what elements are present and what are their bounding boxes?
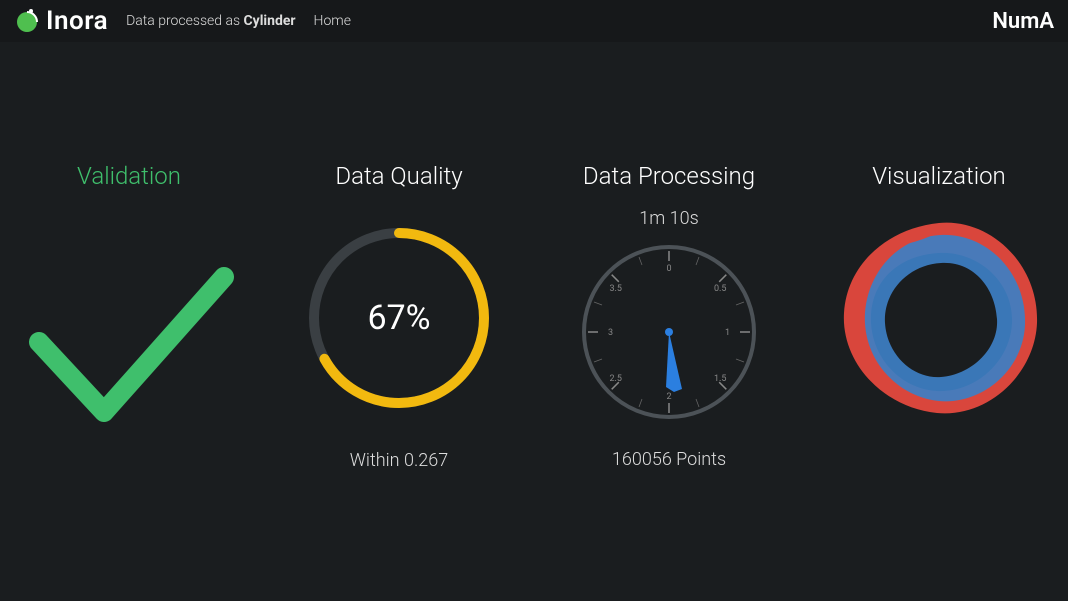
svg-text:0: 0	[666, 264, 671, 274]
panel-visualization: Visualization	[814, 162, 1064, 428]
visualization-preview[interactable]	[829, 208, 1049, 428]
processing-footer: 160056 Points	[612, 449, 726, 470]
quality-gauge: 67%	[289, 208, 509, 428]
svg-text:3.5: 3.5	[610, 284, 623, 294]
svg-text:0.5: 0.5	[714, 284, 727, 294]
panel-validation-title: Validation	[77, 162, 181, 190]
app-title: NumA	[992, 9, 1054, 34]
panel-processing-title: Data Processing	[583, 162, 755, 190]
panel-visualization-title: Visualization	[872, 162, 1006, 190]
validation-status	[19, 232, 239, 452]
home-link[interactable]: Home	[314, 13, 351, 29]
svg-text:2: 2	[666, 392, 671, 402]
panel-quality-title: Data Quality	[335, 162, 462, 190]
panel-validation: Validation	[4, 162, 254, 452]
panel-quality: Data Quality 67% Within 0.267	[274, 162, 524, 471]
quality-percent: 67%	[367, 298, 430, 338]
panel-processing: Data Processing 1m 10s	[544, 162, 794, 470]
svg-text:3: 3	[608, 328, 613, 338]
brand-logo-icon	[14, 8, 40, 34]
app-header: Inora Data processed as Cylinder Home Nu…	[0, 0, 1068, 42]
cylinder-render-icon	[829, 213, 1049, 423]
brand-name: Inora	[46, 6, 108, 36]
processing-elapsed: 1m 10s	[639, 208, 698, 229]
quality-footer: Within 0.267	[350, 450, 448, 471]
dashboard: Validation Data Quality 67% Within 0.267…	[0, 42, 1068, 471]
svg-text:1.5: 1.5	[714, 374, 727, 384]
clock-icon: 0 0.5 1 1.5 2 2.5 3 3.5	[574, 237, 764, 427]
brand-logo[interactable]: Inora	[14, 6, 108, 36]
process-status: Data processed as Cylinder	[126, 13, 295, 29]
checkmark-icon	[19, 242, 239, 442]
svg-text:1: 1	[725, 328, 730, 338]
processing-clock: 0 0.5 1 1.5 2 2.5 3 3.5	[574, 237, 764, 427]
svg-text:2.5: 2.5	[610, 374, 623, 384]
